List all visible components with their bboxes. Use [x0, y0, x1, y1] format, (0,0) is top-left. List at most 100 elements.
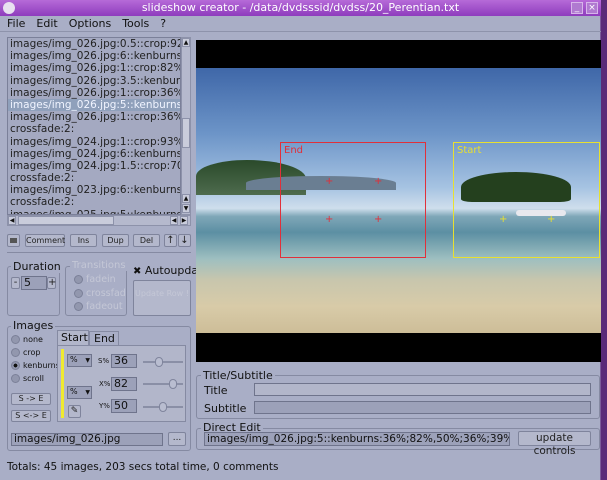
y-input[interactable]: 50	[111, 399, 137, 413]
list-item[interactable]: images/img_026.jpg:3.5::kenburns:82%;59%	[8, 75, 180, 87]
list-item[interactable]: images/img_024.jpg:1::crop:93%;right	[8, 136, 180, 148]
move-down-button[interactable]: ↓	[178, 234, 191, 247]
menu-options[interactable]: Options	[69, 16, 111, 32]
scroll-thumb[interactable]	[182, 118, 190, 148]
menu-file[interactable]: File	[7, 16, 25, 32]
scroll-right-icon[interactable]: ▶	[180, 216, 188, 225]
scroll-up-icon[interactable]: ▲	[182, 194, 190, 203]
crosshair-icon: +	[374, 214, 383, 225]
slider-thumb[interactable]	[154, 357, 163, 367]
radio-icon	[74, 289, 83, 298]
title-input[interactable]	[254, 383, 591, 396]
image-file-input[interactable]: images/img_026.jpg	[11, 433, 163, 446]
list-item[interactable]: crossfade:2:	[8, 172, 180, 184]
list-item[interactable]: images/img_026.jpg:1::crop:36%;39%,50%	[8, 111, 180, 123]
slider-thumb[interactable]	[159, 402, 167, 412]
close-button[interactable]: ×	[586, 2, 598, 14]
radio-icon	[74, 302, 83, 311]
radio-label: none	[23, 335, 43, 344]
title-bar: slideshow creator - /data/dvdsssid/dvdss…	[0, 0, 601, 16]
end-label: End	[284, 145, 304, 156]
list-item[interactable]: crossfade:2:	[8, 196, 180, 208]
radio-fadein[interactable]: fadein	[74, 274, 116, 285]
delete-button[interactable]: Del	[133, 234, 160, 247]
window-title: slideshow creator - /data/dvdsssid/dvdss…	[141, 1, 460, 14]
radio-scroll[interactable]: scroll	[11, 374, 44, 383]
list-item[interactable]: images/img_026.jpg:1::crop:36%;82%,50%	[8, 87, 180, 99]
list-item[interactable]: images/img_026.jpg:6::kenburns:92%;51%,5…	[8, 50, 180, 62]
radio-kenburns[interactable]: kenburns	[11, 361, 60, 370]
list-item[interactable]: images/img_026.jpg:5::kenburns:36%;82%,5…	[8, 98, 180, 112]
swap-start-end-button[interactable]: S <-> E	[11, 410, 51, 422]
update-controls-button[interactable]: update controls	[518, 431, 591, 457]
menu-edit[interactable]: Edit	[36, 16, 57, 32]
chevron-down-icon: ▼	[85, 389, 90, 396]
y-slider[interactable]	[143, 402, 183, 412]
unit-select-size[interactable]: % ▼	[67, 354, 92, 367]
menu-bar: File Edit Options Tools ?	[0, 16, 601, 32]
color-picker-button[interactable]: ✎	[68, 405, 81, 418]
title-label: Title	[204, 384, 228, 397]
slide-list[interactable]: images/img_026.jpg:0.5::crop:92%;51%,50%…	[7, 37, 181, 215]
scroll-thumb[interactable]	[18, 216, 114, 225]
start-region-box[interactable]: Start + +	[453, 142, 600, 258]
s-slider[interactable]	[143, 357, 183, 367]
menu-tools[interactable]: Tools	[122, 16, 149, 32]
insert-button[interactable]: Ins	[70, 234, 97, 247]
tab-start[interactable]: Start	[57, 330, 89, 345]
direct-edit-input[interactable]: images/img_026.jpg:5::kenburns:36%;82%,5…	[204, 432, 510, 446]
scroll-left-icon[interactable]: ◀	[8, 216, 16, 225]
app-window: slideshow creator - /data/dvdsssid/dvdss…	[0, 0, 601, 480]
crosshair-icon: +	[325, 214, 334, 225]
radio-icon	[74, 275, 83, 284]
radio-label: fadein	[86, 274, 116, 285]
subtitle-input[interactable]	[254, 401, 591, 414]
chevron-down-icon: ▼	[85, 357, 90, 364]
select-value: %	[70, 355, 78, 364]
list-item[interactable]: images/img_024.jpg:1.5::crop:70%;60%,50%	[8, 160, 180, 172]
radio-none[interactable]: none	[11, 335, 43, 344]
duplicate-button[interactable]: Dup	[102, 234, 129, 247]
menu-help[interactable]: ?	[160, 16, 166, 32]
divider	[0, 31, 601, 32]
image-preview[interactable]: End + + + + Start + +	[196, 40, 601, 362]
radio-fadeout[interactable]: fadeout	[74, 301, 123, 312]
s-label: S%	[98, 357, 110, 365]
duration-decrement[interactable]: -	[11, 277, 20, 289]
vertical-scrollbar[interactable]: ▲ ▲ ▼	[181, 37, 191, 215]
list-view-button[interactable]	[7, 234, 20, 247]
duration-increment[interactable]: +	[47, 277, 56, 289]
list-item[interactable]: images/img_026.jpg:1::crop:82%;59%,50%	[8, 62, 180, 74]
list-item[interactable]: images/img_024.jpg:6::kenburns:93%;right	[8, 148, 180, 160]
browse-button[interactable]: ...	[168, 432, 186, 446]
radio-crop[interactable]: crop	[11, 348, 40, 357]
tab-end[interactable]: End	[89, 331, 119, 345]
radio-icon	[11, 374, 20, 383]
crosshair-icon: +	[325, 176, 334, 187]
update-row-button[interactable]: Update Row !	[133, 280, 191, 316]
scroll-up-icon[interactable]: ▲	[182, 38, 190, 47]
subtitle-label: Subtitle	[204, 402, 247, 415]
end-region-box[interactable]: End + + + +	[280, 142, 426, 258]
comment-button[interactable]: Comment	[25, 234, 65, 247]
radio-crossfade[interactable]: crossfade	[74, 288, 126, 299]
start-to-end-button[interactable]: S -> E	[11, 393, 51, 405]
minimize-button[interactable]: _	[571, 2, 583, 14]
horizontal-scrollbar[interactable]: ◀ ◀ ▶	[7, 215, 191, 226]
move-up-button[interactable]: ↑	[164, 234, 177, 247]
s-input[interactable]: 36	[111, 354, 137, 368]
y-label: Y%	[99, 402, 110, 410]
list-item[interactable]: images/img_023.jpg:6::kenburns:100%;50%	[8, 184, 180, 196]
scroll-left-icon[interactable]: ◀	[170, 216, 178, 225]
tab-panel: % ▼ % ▼ ✎ S% 36 X% 82 Y% 50	[57, 345, 186, 422]
duration-input[interactable]: 5	[21, 276, 47, 290]
x-input[interactable]: 82	[111, 377, 137, 391]
unit-select-position[interactable]: % ▼	[67, 386, 92, 399]
scroll-down-icon[interactable]: ▼	[182, 204, 190, 213]
images-label: Images	[11, 319, 56, 332]
list-item[interactable]: images/img_026.jpg:0.5::crop:92%;51%,50%	[8, 38, 180, 50]
slider-thumb[interactable]	[169, 379, 178, 389]
list-item[interactable]: crossfade:2:	[8, 123, 180, 135]
x-slider[interactable]	[143, 379, 183, 389]
start-color-indicator	[61, 349, 64, 418]
